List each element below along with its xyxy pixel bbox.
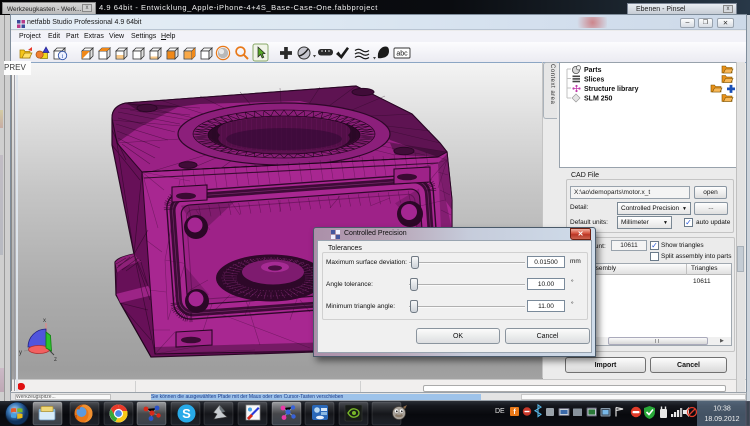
- svg-text:y: y: [19, 350, 22, 356]
- svg-text:x: x: [43, 318, 46, 324]
- svg-text:S: S: [182, 406, 191, 421]
- svg-text:z: z: [54, 357, 57, 363]
- svg-text:Parts: Parts: [584, 67, 602, 74]
- svg-text:Structure library: Structure library: [584, 86, 639, 93]
- svg-text:10:38: 10:38: [713, 406, 731, 413]
- svg-text:18.09.2012: 18.09.2012: [704, 416, 739, 423]
- svg-text:DE: DE: [495, 408, 505, 415]
- svg-text:Slices: Slices: [584, 77, 604, 84]
- svg-text:SLM 250: SLM 250: [584, 96, 613, 103]
